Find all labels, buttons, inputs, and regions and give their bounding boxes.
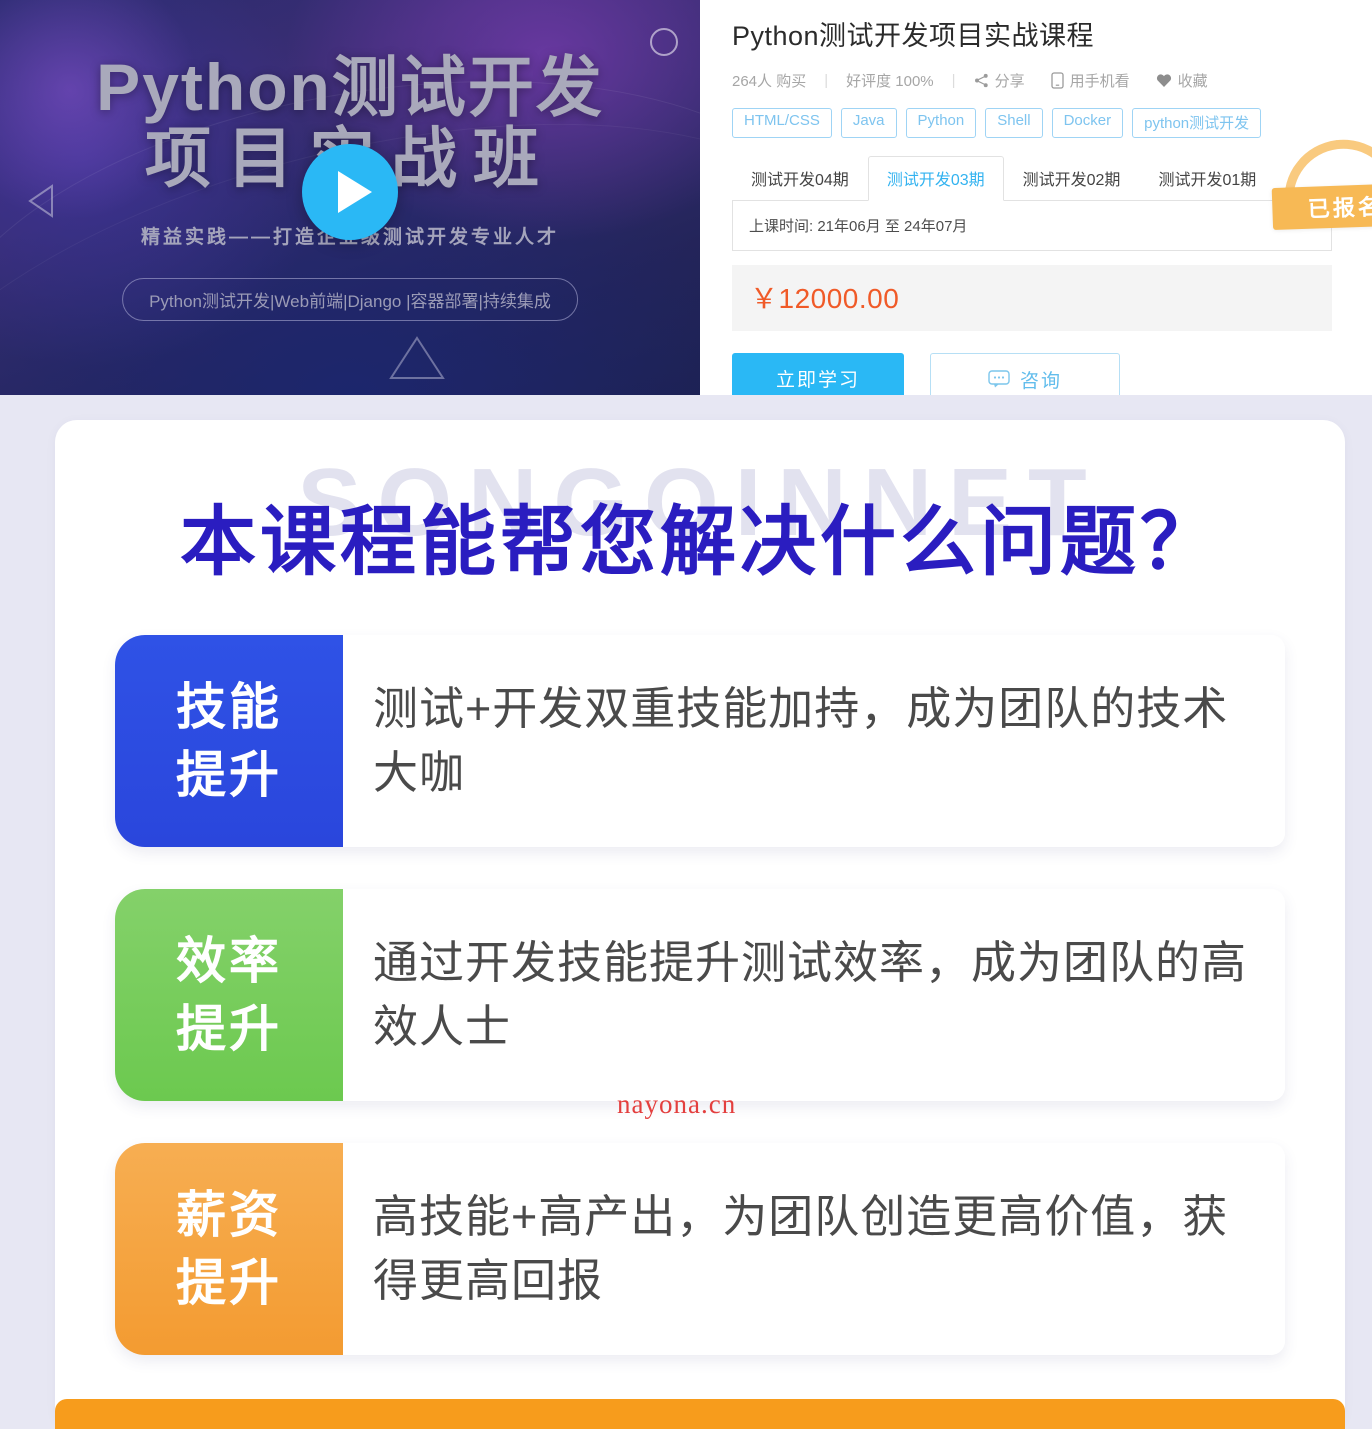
benefit-label-line1: 薪资: [176, 1187, 282, 1243]
tag-chip[interactable]: Python: [905, 108, 977, 138]
favorite-button[interactable]: 收藏: [1156, 70, 1208, 91]
promo-card-sheet: SONGOINNET 本课程能帮您解决什么问题？ 技能 提升 测试+开发双重技能…: [55, 420, 1345, 1429]
play-icon[interactable]: [302, 144, 398, 240]
course-header-area: Python测试开发 项目实战班 精益实践——打造企业级测试开发专业人才 Pyt…: [0, 0, 1372, 395]
benefit-label-skill: 技能 提升: [115, 635, 343, 847]
tag-chip[interactable]: python测试开发: [1132, 108, 1262, 138]
page-title: Python测试开发项目实战课程: [732, 21, 1095, 51]
meta-separator-1: |: [824, 72, 829, 89]
start-learning-button[interactable]: 立即学习: [732, 353, 904, 395]
purchase-count: 264人 购买: [732, 73, 807, 90]
benefit-label-efficiency: 效率 提升: [115, 889, 343, 1101]
benefit-card-salary: 薪资 提升 高技能+高产出，为团队创造更高价值，获得更高回报: [115, 1143, 1285, 1355]
share-icon: [974, 73, 989, 88]
mobile-phone-icon: [1050, 72, 1064, 89]
promo-heading: 本课程能帮您解决什么问题？: [180, 500, 1220, 585]
course-action-buttons: 立即学习 咨询: [732, 353, 1372, 395]
benefit-label-line1: 效率: [176, 933, 282, 989]
tag-chip[interactable]: Docker: [1051, 108, 1124, 138]
benefit-text-skill: 测试+开发双重技能加持，成为团队的技术大咖: [343, 635, 1285, 847]
favorite-label: 收藏: [1177, 73, 1208, 90]
tab-session-01[interactable]: 测试开发01期: [1139, 156, 1275, 201]
mobile-view-button[interactable]: 用手机看: [1050, 70, 1130, 91]
tag-chip[interactable]: Shell: [985, 108, 1043, 138]
course-price: ￥12000.00: [750, 283, 900, 314]
benefit-card-list: 技能 提升 测试+开发双重技能加持，成为团队的技术大咖 效率 提升 通过开发技能…: [115, 635, 1285, 1397]
course-tags: HTML/CSS Java Python Shell Docker python…: [732, 108, 1372, 138]
class-schedule: 上课时间: 21年06月 至 24年07月: [732, 200, 1332, 251]
share-button[interactable]: 分享: [974, 70, 1025, 91]
benefit-label-line2: 提升: [176, 1255, 282, 1311]
heart-icon: [1156, 73, 1172, 88]
consult-label: 咨询: [1019, 370, 1062, 392]
benefit-card-efficiency: 效率 提升 通过开发技能提升测试效率，成为团队的高效人士: [115, 889, 1285, 1101]
benefit-label-line1: 技能: [176, 679, 282, 735]
next-section-orange-bar: [55, 1399, 1345, 1429]
benefit-text-efficiency: 通过开发技能提升测试效率，成为团队的高效人士: [343, 889, 1285, 1101]
benefit-label-line2: 提升: [176, 1001, 282, 1057]
tag-chip[interactable]: HTML/CSS: [732, 108, 832, 138]
benefit-card-skill: 技能 提升 测试+开发双重技能加持，成为团队的技术大咖: [115, 635, 1285, 847]
rating-value: 好评度 100%: [846, 73, 934, 90]
chat-bubble-icon: [988, 370, 1010, 388]
course-session-tabs: 测试开发04期 测试开发03期 测试开发02期 测试开发01期: [732, 156, 1372, 201]
play-triangle: [337, 171, 372, 213]
tab-session-02[interactable]: 测试开发02期: [1004, 156, 1140, 201]
benefit-label-line2: 提升: [176, 747, 282, 803]
tag-chip[interactable]: Java: [840, 108, 897, 138]
course-promo-section: SONGOINNET 本课程能帮您解决什么问题？ 技能 提升 测试+开发双重技能…: [0, 395, 1372, 1429]
tab-session-03[interactable]: 测试开发03期: [867, 156, 1004, 201]
share-label: 分享: [994, 73, 1025, 90]
mobile-view-label: 用手机看: [1069, 73, 1130, 90]
course-info-panel: Python测试开发项目实战课程 264人 购买 | 好评度 100% | 分享…: [700, 0, 1372, 395]
course-video-thumbnail[interactable]: Python测试开发 项目实战班 精益实践——打造企业级测试开发专业人才 Pyt…: [0, 0, 700, 395]
consult-button[interactable]: 咨询: [930, 353, 1120, 395]
benefit-label-salary: 薪资 提升: [115, 1143, 343, 1355]
benefit-text-salary: 高技能+高产出，为团队创造更高价值，获得更高回报: [343, 1143, 1285, 1355]
triangle-up-icon: [388, 335, 446, 381]
tab-session-04[interactable]: 测试开发04期: [732, 156, 868, 201]
meta-separator-2: |: [951, 72, 956, 89]
price-box: ￥12000.00: [732, 265, 1332, 331]
video-title-line1: Python测试开发: [96, 50, 604, 124]
course-meta-row: 264人 购买 | 好评度 100% | 分享 用手机看 收藏: [732, 70, 1372, 91]
video-keywords-pill: Python测试开发|Web前端|Django |容器部署|持续集成: [122, 278, 578, 321]
